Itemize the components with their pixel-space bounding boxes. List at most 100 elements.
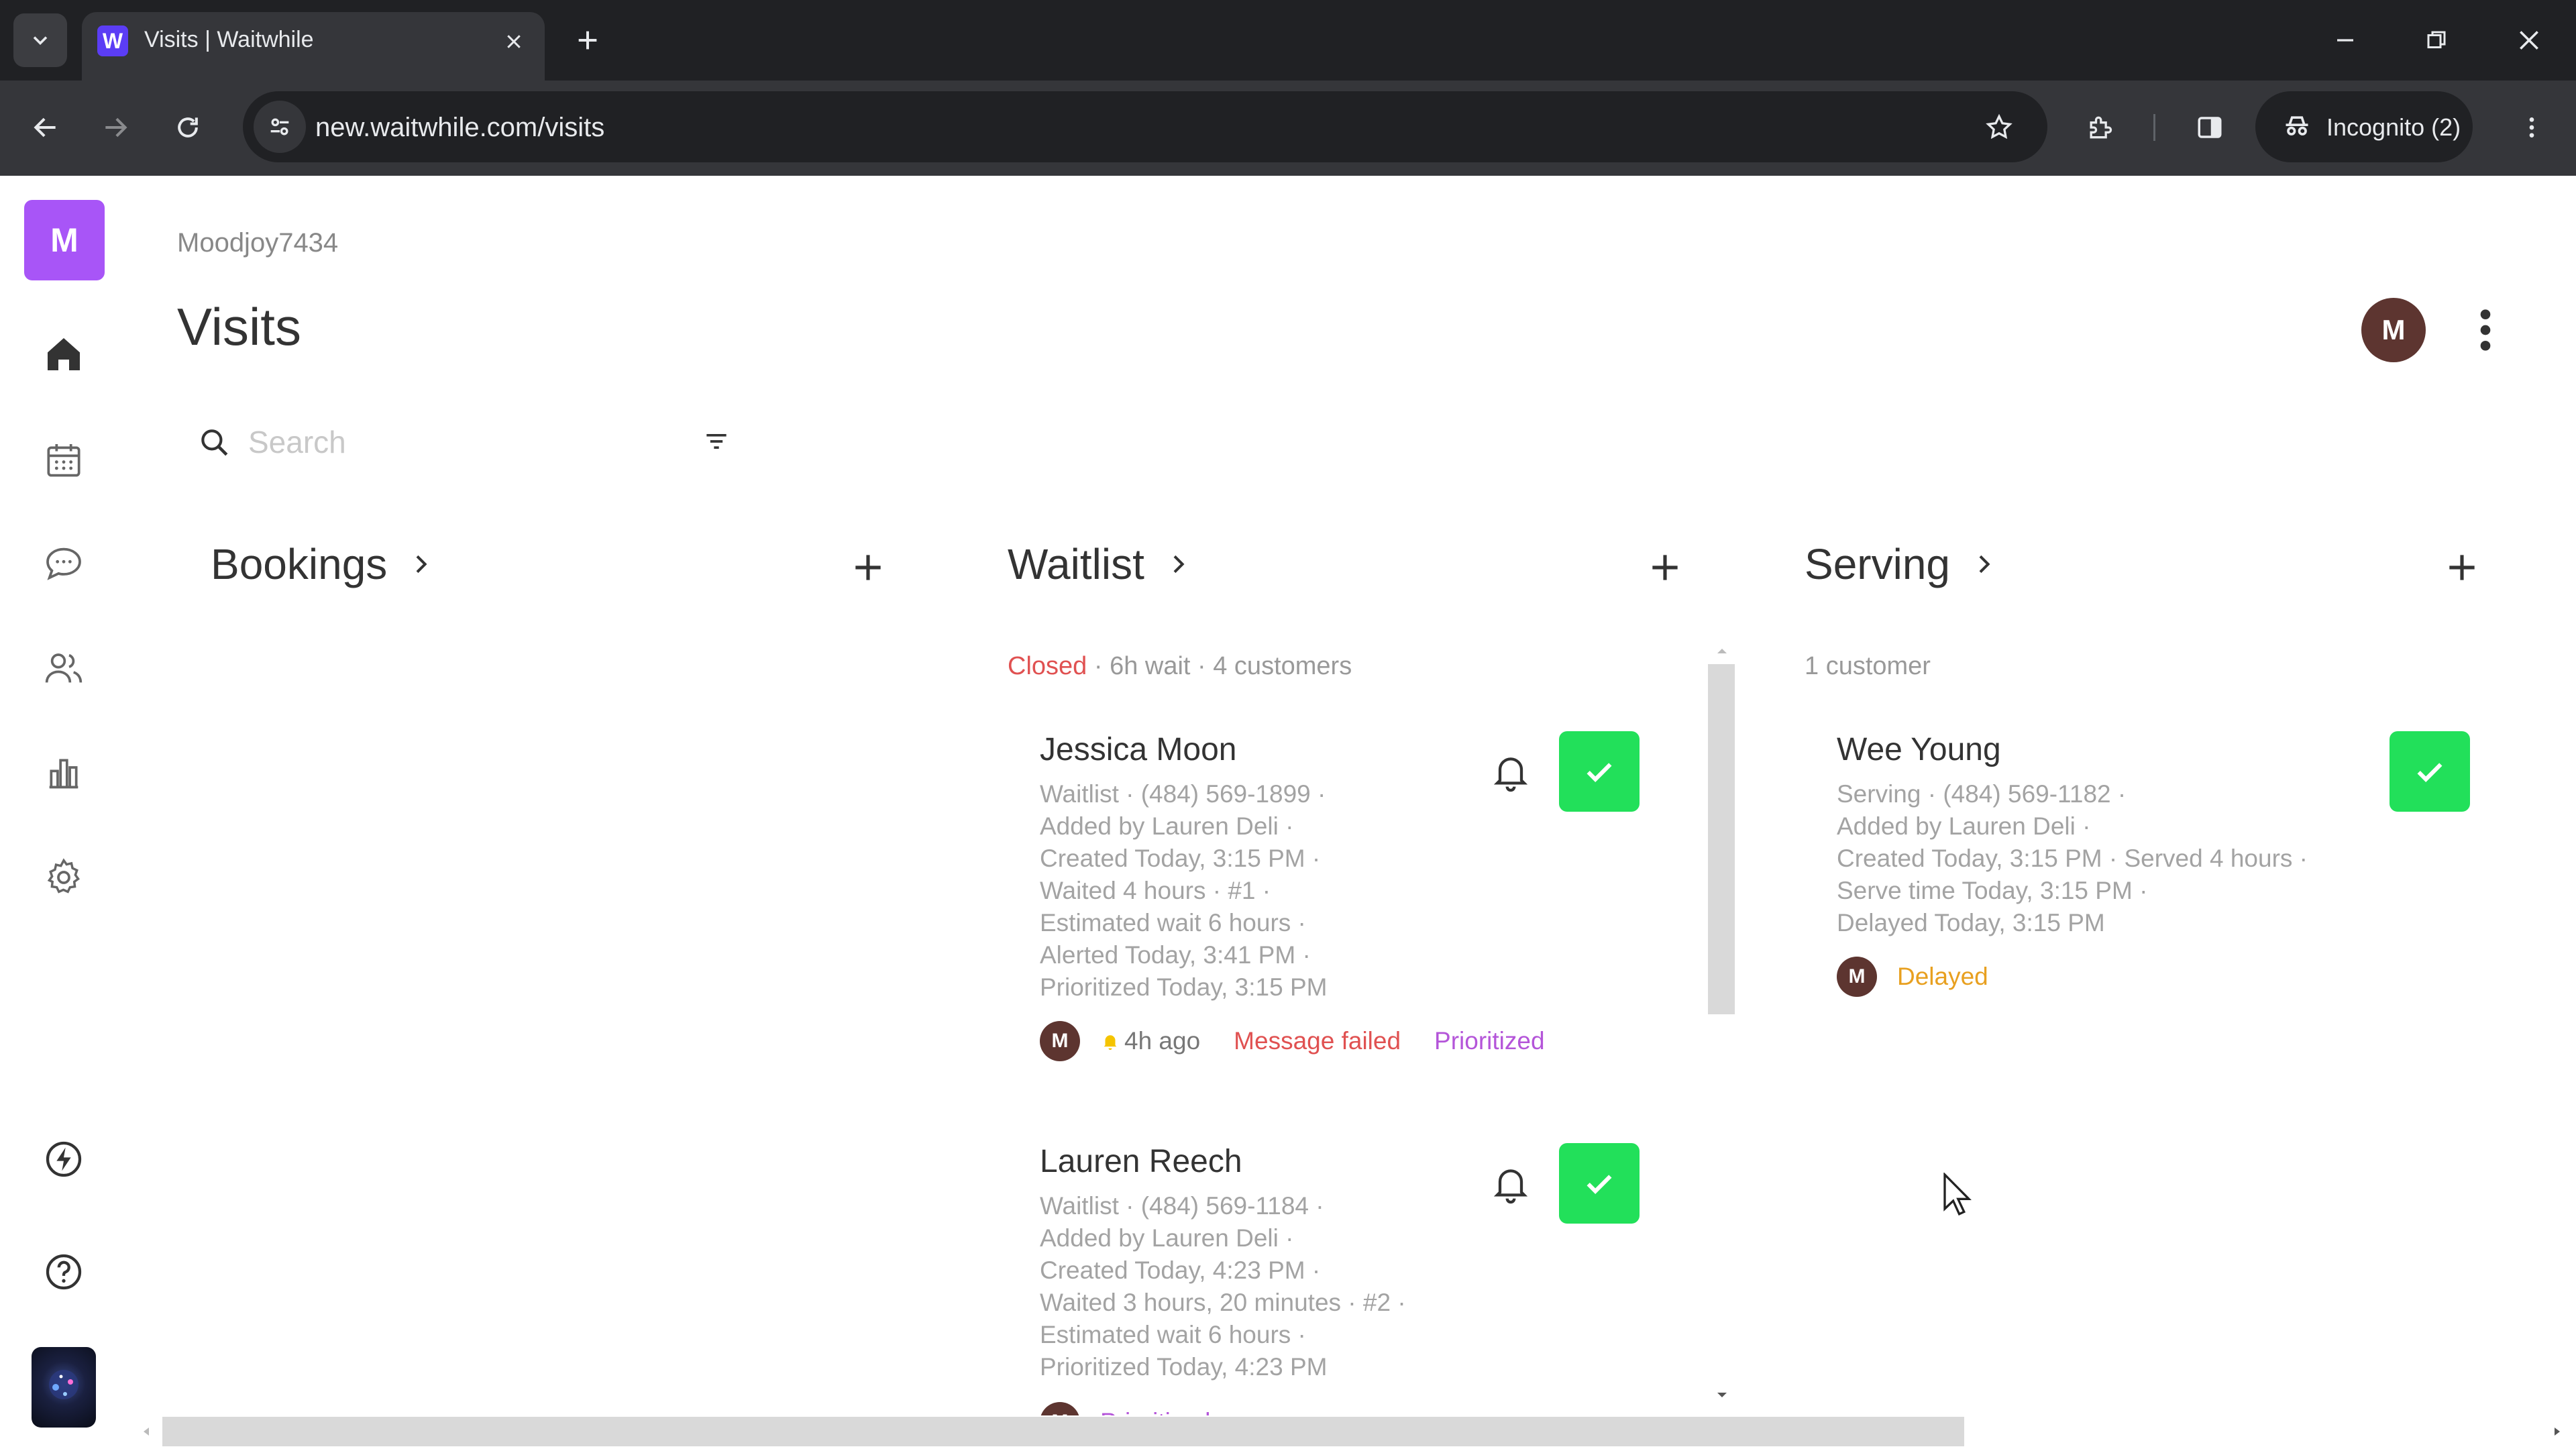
horizontal-scrollbar-thumb[interactable] bbox=[162, 1417, 1964, 1446]
sidebar-item-home[interactable] bbox=[37, 327, 91, 381]
page-title: Visits bbox=[177, 297, 301, 356]
url-text[interactable]: new.waitwhile.com/visits bbox=[315, 113, 604, 143]
prioritized-tag: Prioritized bbox=[1434, 1027, 1545, 1055]
plus-icon bbox=[578, 31, 597, 50]
arrow-left-icon bbox=[34, 117, 56, 138]
back-button[interactable] bbox=[19, 101, 72, 154]
add-waitlist-button[interactable] bbox=[1638, 541, 1692, 594]
plus-icon bbox=[2449, 555, 2475, 580]
detail-line: Waitlist · (484) 569-1184 · bbox=[1040, 1192, 1324, 1220]
waitlist-header[interactable]: Waitlist bbox=[1008, 539, 1191, 589]
sidebar-item-messages[interactable] bbox=[37, 537, 91, 590]
sidebar-item-integrations[interactable] bbox=[37, 1132, 91, 1186]
detail-line: Added by Lauren Deli · bbox=[1040, 1224, 1294, 1252]
visit-card[interactable]: Jessica Moon Waitlist · (484) 569-1899 ·… bbox=[1008, 711, 1678, 1087]
detail-line: Delayed Today, 3:15 PM bbox=[1837, 909, 2105, 936]
scroll-right-arrow[interactable] bbox=[2549, 1424, 2565, 1440]
sidebar-item-settings[interactable] bbox=[37, 851, 91, 904]
bolt-icon bbox=[46, 1141, 82, 1177]
visit-card[interactable]: Wee Young Serving · (484) 569-1182 · Add… bbox=[1805, 711, 2475, 1020]
sidebar-item-customers[interactable] bbox=[37, 641, 91, 695]
detail-line: Added by Lauren Deli · bbox=[1040, 812, 1294, 840]
sidebar-item-analytics[interactable] bbox=[37, 746, 91, 800]
chevron-right-icon bbox=[1979, 555, 1990, 574]
bookings-header[interactable]: Bookings bbox=[211, 539, 434, 589]
home-icon bbox=[48, 338, 80, 370]
bell-icon bbox=[1493, 757, 1528, 792]
page-menu-button[interactable] bbox=[2469, 302, 2502, 358]
filter-button[interactable] bbox=[696, 421, 737, 462]
scroll-left-arrow[interactable] bbox=[138, 1424, 154, 1440]
close-icon bbox=[507, 35, 521, 48]
restore-icon bbox=[2427, 31, 2446, 48]
forward-button[interactable] bbox=[89, 101, 142, 154]
search-icon bbox=[201, 429, 228, 456]
sidebar-item-calendar[interactable] bbox=[37, 433, 91, 487]
tab-close-button[interactable] bbox=[495, 23, 533, 60]
bell-filled-icon bbox=[1104, 1035, 1117, 1051]
search-input[interactable] bbox=[248, 419, 624, 466]
visit-details: Waitlist · (484) 569-1899 · Added by Lau… bbox=[1040, 778, 1327, 1004]
side-panel-button[interactable] bbox=[2183, 101, 2237, 154]
visit-card[interactable]: Lauren Reech Waitlist · (484) 569-1184 ·… bbox=[1008, 1123, 1678, 1418]
add-serving-button[interactable] bbox=[2435, 541, 2489, 594]
sidebar-item-help[interactable] bbox=[37, 1245, 91, 1299]
card-footer: M Delayed bbox=[1837, 957, 1988, 997]
user-avatar[interactable]: M bbox=[2361, 298, 2426, 362]
serve-button[interactable] bbox=[1559, 731, 1640, 812]
detail-line: Waited 4 hours · #1 · bbox=[1040, 877, 1271, 904]
chevron-right-icon bbox=[1173, 555, 1185, 574]
new-tab-button[interactable] bbox=[561, 13, 614, 67]
minimize-window-button[interactable] bbox=[2318, 13, 2372, 67]
detail-line: Serve time Today, 3:15 PM · bbox=[1837, 877, 2148, 904]
close-icon bbox=[2520, 31, 2538, 50]
notify-button[interactable] bbox=[1484, 745, 1538, 798]
bookings-title: Bookings bbox=[211, 540, 388, 588]
chevron-down-icon bbox=[33, 36, 48, 46]
browser-menu-button[interactable] bbox=[2505, 101, 2559, 154]
reload-button[interactable] bbox=[161, 101, 215, 154]
chat-bubble-icon bbox=[46, 547, 81, 580]
restore-window-button[interactable] bbox=[2410, 13, 2463, 67]
waitwhile-favicon-icon: W bbox=[97, 25, 128, 56]
workspace-logo[interactable]: M bbox=[24, 200, 105, 280]
serving-header[interactable]: Serving bbox=[1805, 539, 1997, 589]
search-bar bbox=[177, 407, 754, 476]
incognito-icon bbox=[2277, 106, 2317, 146]
tab-search-button[interactable] bbox=[13, 13, 67, 67]
site-info-button[interactable] bbox=[254, 101, 306, 153]
prioritized-tag: Prioritized bbox=[1100, 1408, 1211, 1415]
visit-details: Waitlist · (484) 569-1184 · Added by Lau… bbox=[1040, 1190, 1406, 1383]
notify-button[interactable] bbox=[1484, 1157, 1538, 1210]
detail-line: Added by Lauren Deli · bbox=[1837, 812, 2091, 840]
waitlist-title: Waitlist bbox=[1008, 540, 1144, 588]
complete-button[interactable] bbox=[2390, 731, 2470, 812]
waitlist-scrollbar-thumb[interactable] bbox=[1708, 664, 1735, 1014]
detail-line: Estimated wait 6 hours · bbox=[1040, 909, 1306, 936]
mouse-cursor-icon bbox=[1943, 1171, 1975, 1220]
browser-tab-title: Visits | Waitwhile bbox=[144, 27, 314, 52]
customer-name: Jessica Moon bbox=[1040, 732, 1237, 767]
puzzle-icon bbox=[2090, 116, 2112, 139]
detail-line: Prioritized Today, 4:23 PM bbox=[1040, 1353, 1328, 1381]
close-window-button[interactable] bbox=[2502, 13, 2556, 67]
scroll-up-arrow[interactable] bbox=[1712, 644, 1732, 657]
waitlist-meta: · 6h wait · 4 customers bbox=[1093, 652, 1352, 680]
detail-line: Waited 3 hours, 20 minutes · #2 · bbox=[1040, 1289, 1406, 1316]
card-footer: M 4h ago Message failed Prioritized bbox=[1040, 1021, 1545, 1061]
help-icon bbox=[46, 1254, 82, 1290]
customer-name: Wee Young bbox=[1837, 732, 2001, 767]
scroll-down-arrow[interactable] bbox=[1712, 1389, 1732, 1402]
users-icon bbox=[45, 653, 83, 683]
filter-icon bbox=[706, 434, 727, 449]
serve-button[interactable] bbox=[1559, 1143, 1640, 1224]
arrow-right-icon bbox=[105, 117, 127, 138]
extensions-button[interactable] bbox=[2073, 101, 2127, 154]
bookmark-button[interactable] bbox=[1972, 101, 2026, 154]
minimize-icon bbox=[2337, 39, 2353, 42]
side-panel-icon bbox=[2198, 117, 2222, 138]
waitlist-status: Closed bbox=[1008, 652, 1087, 680]
add-booking-button[interactable] bbox=[841, 541, 895, 594]
user-profile-thumbnail[interactable] bbox=[32, 1347, 96, 1428]
more-vertical-icon bbox=[2529, 117, 2534, 138]
